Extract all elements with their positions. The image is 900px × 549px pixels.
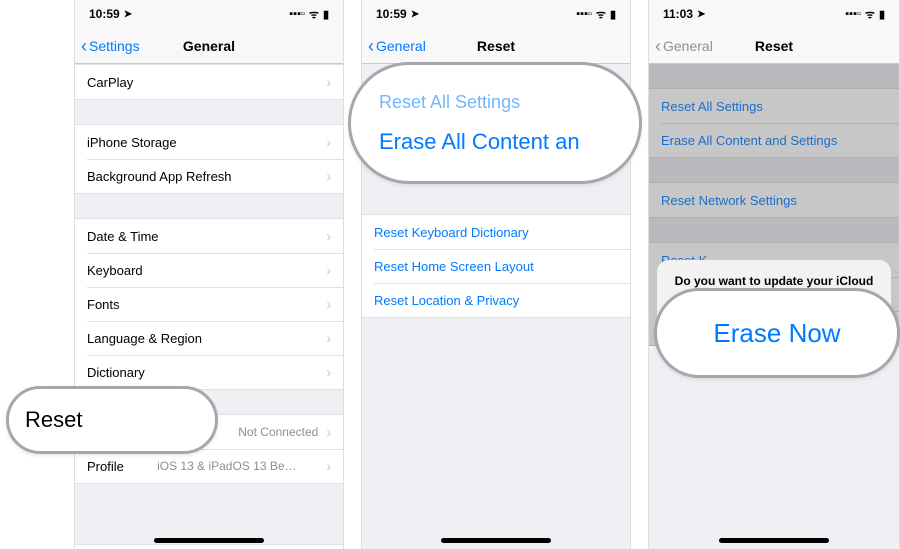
status-time: 11:03 [663,7,693,21]
row-bg-refresh[interactable]: Background App Refresh› [75,159,343,193]
row-datetime[interactable]: Date & Time› [75,219,343,253]
back-label: General [376,38,426,54]
nav-bar: ‹ General Reset [362,28,630,64]
chevron-right-icon: › [326,74,331,90]
back-label: Settings [89,38,140,54]
back-button[interactable]: ‹ General [362,37,426,55]
row-iphone-storage[interactable]: iPhone Storage› [75,125,343,159]
location-icon: ➤ [124,9,132,20]
screen-general: 10:59 ➤ ▪▪▪▫ ᯤ ▮ ‹ Settings General CarPl… [74,0,344,549]
home-indicator[interactable] [154,538,264,543]
chevron-right-icon: › [326,330,331,346]
home-indicator[interactable] [719,538,829,543]
battery-icon: ▮ [610,8,616,21]
battery-icon: ▮ [323,8,329,21]
chevron-left-icon: ‹ [368,37,374,55]
chevron-right-icon: › [326,458,331,474]
callout-reset: Reset [6,386,218,454]
row-reset-home-screen[interactable]: Reset Home Screen Layout [362,249,630,283]
status-time: 10:59 [89,7,120,21]
chevron-right-icon: › [326,134,331,150]
nav-bar: ‹ General Reset [649,28,899,64]
row-carplay[interactable]: CarPlay› [75,65,343,99]
row-dictionary[interactable]: Dictionary› [75,355,343,389]
row-fonts[interactable]: Fonts› [75,287,343,321]
wifi-icon: ᯤ [865,7,875,22]
callout-line2: Erase All Content an [351,129,639,155]
status-bar: 11:03 ➤ ▪▪▪▫ ᯤ ▮ [649,0,899,28]
status-time: 10:59 [376,7,407,21]
settings-list[interactable]: CarPlay› iPhone Storage› Background App … [75,64,343,549]
wifi-icon: ᯤ [309,7,319,22]
screen-erase-confirm: 11:03➤ ▪▪▪▫ ᯤ ▮ ‹ General Reset Reset Al… [648,0,900,549]
chevron-right-icon: › [326,228,331,244]
chevron-left-icon: ‹ [81,37,87,55]
signal-icon: ▪▪▪▫ [576,8,592,20]
signal-icon: ▪▪▪▫ [289,8,305,20]
chevron-right-icon: › [326,262,331,278]
chevron-right-icon: › [326,364,331,380]
chevron-right-icon: › [326,296,331,312]
callout-erase-all-content: Reset All Settings Erase All Content an [348,62,642,184]
wifi-icon: ᯤ [596,7,606,22]
back-button[interactable]: ‹ Settings [75,37,140,55]
row-reset-keyboard-dictionary[interactable]: Reset Keyboard Dictionary [362,215,630,249]
location-icon: ➤ [411,9,419,20]
battery-icon: ▮ [879,8,885,21]
row-reset-hidden[interactable] [75,545,343,549]
back-label: General [663,38,713,54]
row-reset-location-privacy[interactable]: Reset Location & Privacy [362,283,630,317]
callout-erase-now: Erase Now [654,288,900,378]
back-button: ‹ General [649,37,713,55]
home-indicator[interactable] [441,538,551,543]
chevron-right-icon: › [326,424,331,440]
nav-bar: ‹ Settings General [75,28,343,64]
row-keyboard[interactable]: Keyboard› [75,253,343,287]
chevron-left-icon: ‹ [655,37,661,55]
row-language-region[interactable]: Language & Region› [75,321,343,355]
status-bar: 10:59 ➤ ▪▪▪▫ ᯤ ▮ [75,0,343,28]
callout-label: Erase Now [713,318,840,349]
callout-line1: Reset All Settings [351,92,639,113]
chevron-right-icon: › [326,168,331,184]
callout-label: Reset [9,407,215,433]
signal-icon: ▪▪▪▫ [845,8,861,20]
location-icon: ➤ [697,9,705,20]
status-bar: 10:59 ➤ ▪▪▪▫ ᯤ ▮ [362,0,630,28]
row-profile[interactable]: ProfileiOS 13 & iPadOS 13 Beta Software … [75,449,343,483]
